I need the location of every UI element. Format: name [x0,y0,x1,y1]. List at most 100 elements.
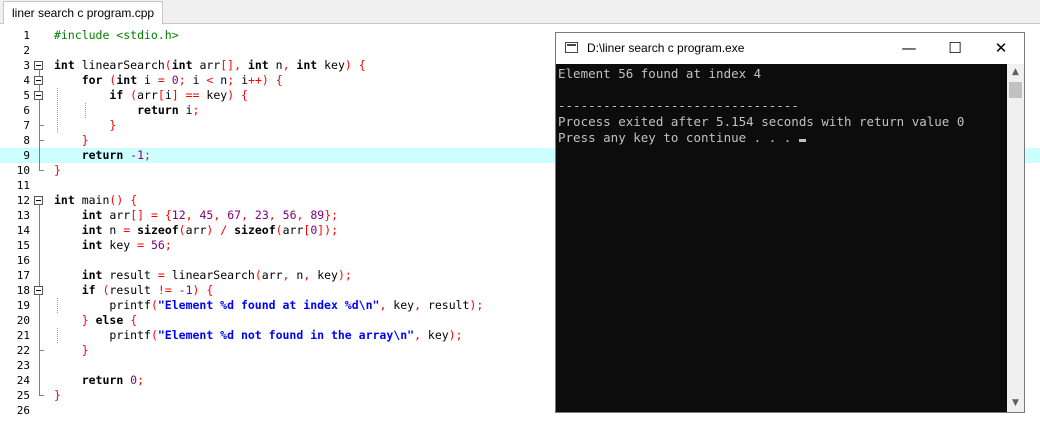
fold-collapse-icon[interactable] [34,91,43,100]
code-token: int [81,223,103,237]
code-token: [ [157,88,165,102]
code-token: arr [261,268,283,282]
code-token: key [421,328,449,342]
code-token: arr [137,88,158,102]
code-token: "Element %d found at index %d\n" [157,298,380,312]
maximize-button[interactable]: ☐ [932,33,978,64]
line-number: 2 [23,44,30,57]
fold-end-marker [39,170,44,171]
code-token: int [171,58,193,72]
code-token: , [268,208,276,222]
line-number: 25 [16,389,30,402]
console-output[interactable]: Element 56 found at index 4 ------------… [556,64,1007,412]
code-token: , [241,208,248,222]
line-number: 14 [16,224,30,237]
minimize-button[interactable]: — [886,33,932,64]
code-text: int arr[] = {12, 45, 67, 23, 56, 89}; [54,208,338,223]
code-token: ) [344,58,352,72]
code-token: 89 [303,208,325,222]
fold-collapse-icon[interactable] [34,76,43,85]
code-text: return 0; [54,373,144,388]
fold-collapse-icon[interactable] [34,286,43,295]
code-text: #include <stdio.h> [54,28,179,43]
indent-guide [85,103,86,118]
line-number: 18 [16,284,30,297]
code-token: ; [178,73,186,87]
code-token: key [199,88,228,102]
code-text: printf("Element %d found at index %d\n",… [54,298,483,313]
code-token: int [54,58,75,72]
code-token: result [102,268,158,282]
code-token: { [199,283,214,297]
fold-collapse-icon[interactable] [34,61,43,70]
code-token: ( [164,58,172,72]
code-token: result [109,283,158,297]
console-line: Element 56 found at index 4 [558,66,762,81]
line-number: 23 [16,359,30,372]
code-token: ( [150,298,158,312]
text-cursor [798,139,806,142]
code-text: int result = linearSearch(arr, n, key); [54,268,352,283]
code-token: ); [448,328,463,342]
code-token: ; [137,373,145,387]
code-token: int [81,268,103,282]
code-token: linearSearch [164,268,255,282]
close-button[interactable]: ✕ [978,33,1024,64]
code-text: } [54,343,89,358]
code-token: key [102,238,138,252]
code-token: ( [275,223,283,237]
code-token: linearSearch [74,58,165,72]
indent-guide [57,88,58,133]
code-text: if (arr[i] == key) { [54,88,248,103]
code-text: } else { [54,313,137,328]
indent-guide [57,328,58,343]
scrollbar-thumb[interactable] [1009,82,1022,98]
code-token: int [54,193,75,207]
code-text: } [54,133,89,148]
tab-liner-search-file[interactable]: liner search c program.cpp [3,1,164,24]
scroll-down-arrow-icon[interactable]: ▼ [1007,395,1024,412]
code-token: n [102,223,124,237]
code-token: return [137,103,179,117]
code-token: = [157,268,165,282]
line-number: 9 [23,149,30,162]
line-number: 21 [16,329,30,342]
code-token: } [109,118,117,132]
code-token: { [157,208,172,222]
code-text: int linearSearch(int arr[], int n, int k… [54,58,366,73]
code-token: i [234,73,249,87]
fold-collapse-icon[interactable] [34,196,43,205]
console-window[interactable]: D:\liner search c program.exe — ☐ ✕ Elem… [555,32,1025,413]
line-number: 16 [16,254,30,267]
console-line: Process exited after 5.154 seconds with … [558,114,965,129]
code-token: ]); [317,223,339,237]
code-token: main [74,193,110,207]
code-token: ( [254,268,262,282]
line-number: 24 [16,374,30,387]
code-token: key [317,58,345,72]
code-token: ); [337,268,352,282]
code-token: ; [144,148,151,162]
code-token: n [289,268,304,282]
code-text: printf("Element %d not found in the arra… [54,328,463,343]
code-token: { [268,73,283,87]
line-number: 12 [16,194,30,207]
code-token: sizeof [227,223,276,237]
console-vertical-scrollbar[interactable]: ▲ ▼ [1007,64,1024,412]
code-token: int [289,58,318,72]
code-token: 0 [164,73,179,87]
console-app-icon [565,42,578,53]
line-number: 17 [16,269,30,282]
scroll-up-arrow-icon[interactable]: ▲ [1007,64,1024,81]
code-token: = [157,73,165,87]
line-number: 20 [16,314,30,327]
console-title-bar[interactable]: D:\liner search c program.exe — ☐ ✕ [556,33,1024,64]
code-token: for [81,73,103,87]
